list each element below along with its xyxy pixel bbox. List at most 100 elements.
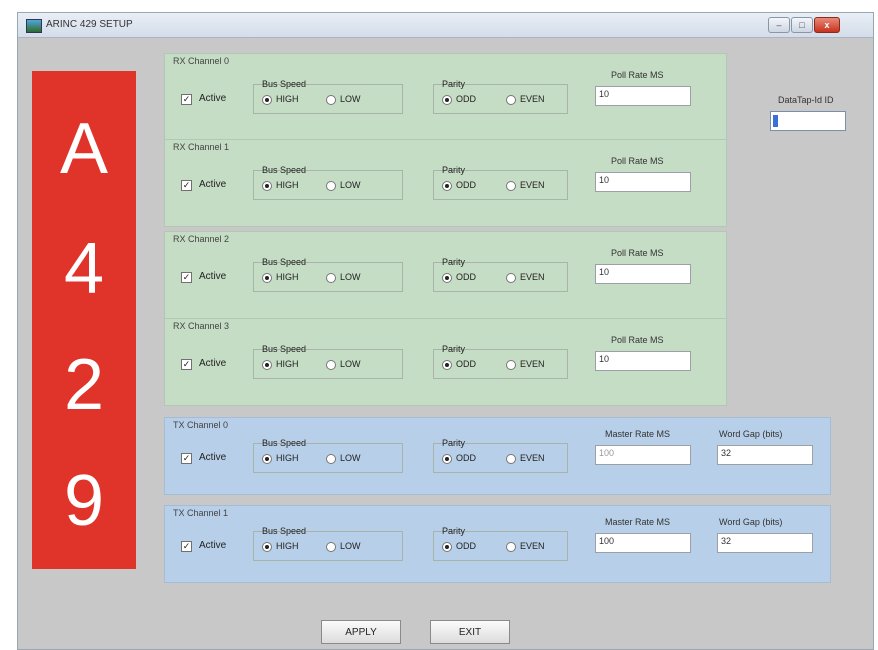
speed-high-radio[interactable]	[262, 181, 272, 191]
active-checkbox[interactable]: ✓	[181, 541, 192, 552]
channel-title: RX Channel 2	[173, 234, 230, 244]
parity-odd-radio[interactable]	[442, 273, 452, 283]
poll-rate-input[interactable]: 10	[595, 172, 691, 192]
rx-channel-3-panel: RX Channel 3 ✓ Active Bus Speed HIGH LOW Parit…	[164, 318, 727, 406]
poll-rate-label: Poll Rate MS	[611, 156, 664, 166]
parity-label: Parity	[442, 79, 466, 89]
tx-channel-0-panel: TX Channel 0 ✓ Active Bus Speed HIGH LOW Parit…	[164, 417, 831, 495]
master-rate-input[interactable]: 100	[595, 533, 691, 553]
poll-rate-input[interactable]: 10	[595, 351, 691, 371]
parity-odd-label: ODD	[456, 541, 476, 551]
parity-group: Parity ODD EVEN	[433, 526, 568, 561]
active-checkbox[interactable]: ✓	[181, 359, 192, 370]
parity-odd-label: ODD	[456, 272, 476, 282]
apply-button[interactable]: APPLY	[321, 620, 401, 644]
parity-even-radio[interactable]	[506, 454, 516, 464]
speed-high-label: HIGH	[276, 180, 299, 190]
speed-high-radio[interactable]	[262, 95, 272, 105]
channel-title: RX Channel 1	[173, 142, 230, 152]
minimize-button[interactable]: –	[768, 17, 790, 33]
parity-even-radio[interactable]	[506, 95, 516, 105]
parity-odd-radio[interactable]	[442, 542, 452, 552]
poll-rate-input[interactable]: 10	[595, 264, 691, 284]
parity-even-radio[interactable]	[506, 273, 516, 283]
channel-title: RX Channel 0	[173, 56, 230, 66]
bus-speed-group: Bus Speed HIGH LOW	[253, 438, 403, 473]
active-label: Active	[199, 271, 227, 282]
maximize-button[interactable]: □	[791, 17, 813, 33]
bus-speed-group: Bus Speed HIGH LOW	[253, 165, 403, 200]
speed-low-label: LOW	[340, 180, 361, 190]
parity-label: Parity	[442, 344, 466, 354]
speed-low-radio[interactable]	[326, 273, 336, 283]
speed-low-radio[interactable]	[326, 95, 336, 105]
speed-high-label: HIGH	[276, 94, 299, 104]
speed-high-radio[interactable]	[262, 360, 272, 370]
datatap-id-input[interactable]	[770, 111, 846, 131]
bus-speed-label: Bus Speed	[262, 257, 307, 267]
rx-channel-1-panel: RX Channel 1 ✓ Active Bus Speed HIGH LOW Parit…	[164, 139, 727, 227]
speed-low-radio[interactable]	[326, 181, 336, 191]
active-checkbox[interactable]: ✓	[181, 180, 192, 191]
speed-high-label: HIGH	[276, 453, 299, 463]
active-checkbox[interactable]: ✓	[181, 453, 192, 464]
parity-even-radio[interactable]	[506, 181, 516, 191]
parity-group: Parity ODD EVEN	[433, 438, 568, 473]
speed-low-radio[interactable]	[326, 454, 336, 464]
poll-rate-label: Poll Rate MS	[611, 335, 664, 345]
word-gap-input[interactable]: 32	[717, 445, 813, 465]
parity-odd-label: ODD	[456, 359, 476, 369]
poll-rate-label: Poll Rate MS	[611, 70, 664, 80]
window-title: ARINC 429 SETUP	[46, 19, 133, 30]
app-icon	[26, 19, 42, 33]
parity-even-label: EVEN	[520, 453, 545, 463]
master-rate-input[interactable]: 100	[595, 445, 691, 465]
word-gap-input[interactable]: 32	[717, 533, 813, 553]
channel-title: TX Channel 1	[173, 508, 229, 518]
a429-logo: A 4 2 9	[32, 71, 136, 569]
poll-rate-label: Poll Rate MS	[611, 248, 664, 258]
bus-speed-label: Bus Speed	[262, 344, 307, 354]
parity-odd-radio[interactable]	[442, 454, 452, 464]
bus-speed-group: Bus Speed HIGH LOW	[253, 79, 403, 114]
close-button[interactable]: x	[814, 17, 840, 33]
logo-letter-4: 4	[63, 229, 105, 309]
bus-speed-label: Bus Speed	[262, 79, 307, 89]
logo-letter-2: 2	[63, 345, 105, 425]
poll-rate-input[interactable]: 10	[595, 86, 691, 106]
parity-label: Parity	[442, 438, 466, 448]
parity-odd-radio[interactable]	[442, 95, 452, 105]
speed-low-radio[interactable]	[326, 360, 336, 370]
active-checkbox[interactable]: ✓	[181, 272, 192, 283]
speed-high-label: HIGH	[276, 359, 299, 369]
rx-channel-0-panel: RX Channel 0 ✓ Active Bus Speed HIGH LOW Parit…	[164, 53, 727, 141]
parity-group: Parity ODD EVEN	[433, 344, 568, 379]
exit-button[interactable]: EXIT	[430, 620, 510, 644]
parity-label: Parity	[442, 257, 466, 267]
speed-low-label: LOW	[340, 272, 361, 282]
parity-group: Parity ODD EVEN	[433, 165, 568, 200]
speed-high-radio[interactable]	[262, 273, 272, 283]
parity-even-label: EVEN	[520, 272, 545, 282]
rx-channel-2-panel: RX Channel 2 ✓ Active Bus Speed HIGH LOW Parit…	[164, 231, 727, 319]
word-gap-label: Word Gap (bits)	[719, 517, 783, 527]
speed-low-radio[interactable]	[326, 542, 336, 552]
parity-odd-radio[interactable]	[442, 360, 452, 370]
parity-even-label: EVEN	[520, 180, 545, 190]
active-checkbox[interactable]: ✓	[181, 94, 192, 105]
logo-letter-a: A	[59, 109, 109, 189]
speed-high-label: HIGH	[276, 272, 299, 282]
title-bar: ARINC 429 SETUP – □ x	[18, 13, 873, 38]
channel-title: RX Channel 3	[173, 321, 230, 331]
parity-even-radio[interactable]	[506, 542, 516, 552]
datatap-id-label: DataTap-Id ID	[778, 95, 834, 105]
speed-high-radio[interactable]	[262, 542, 272, 552]
speed-high-radio[interactable]	[262, 454, 272, 464]
text-cursor	[773, 115, 778, 127]
parity-odd-label: ODD	[456, 94, 476, 104]
speed-high-label: HIGH	[276, 541, 299, 551]
speed-low-label: LOW	[340, 94, 361, 104]
logo-letter-9: 9	[63, 461, 105, 541]
parity-odd-radio[interactable]	[442, 181, 452, 191]
parity-even-radio[interactable]	[506, 360, 516, 370]
